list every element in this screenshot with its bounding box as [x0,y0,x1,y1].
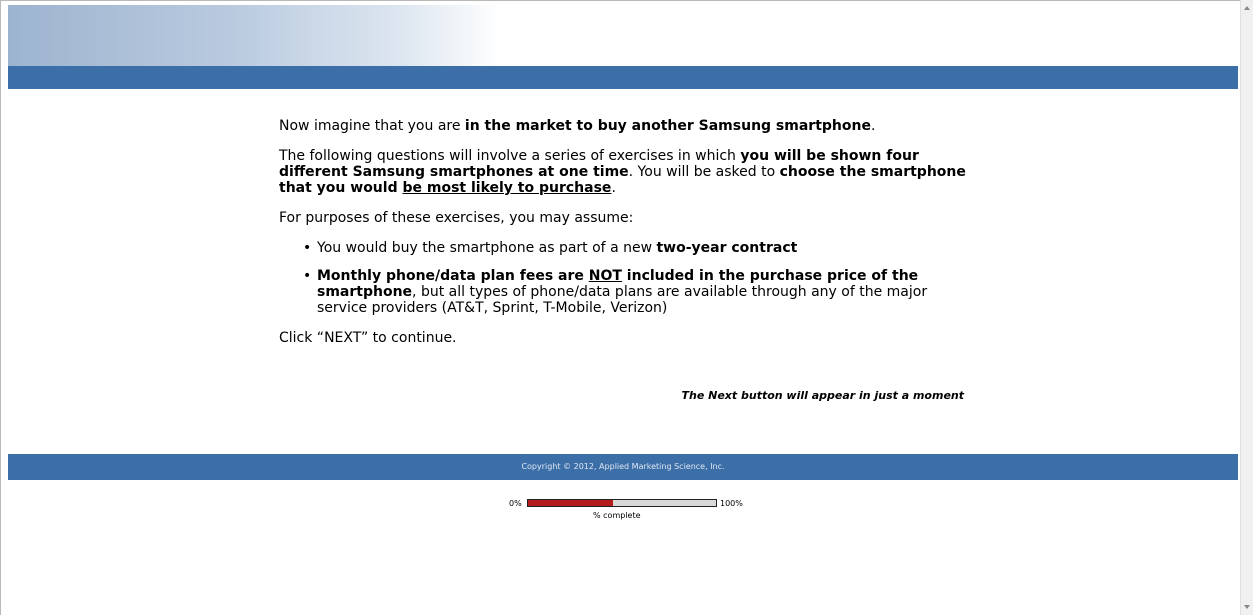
intro-paragraph-2: The following questions will involve a s… [279,148,979,196]
intro-text: . [611,180,616,196]
survey-intro-text: Now imagine that you are in the market t… [279,118,979,360]
survey-header-bar [8,66,1238,89]
progress-bar-fill [528,500,613,506]
intro-text: . You will be asked to [628,164,780,180]
assumption-text: You would buy the smartphone as part of … [317,240,657,256]
assumption-item: Monthly phone/data plan fees are NOT inc… [303,268,979,316]
assumption-emphasis: Monthly phone/data plan fees are [317,268,589,284]
footer-copyright-bar: Copyright © 2012, Applied Marketing Scie… [8,454,1238,480]
scroll-down-arrow-icon[interactable] [1244,605,1250,609]
vertical-scrollbar[interactable] [1240,0,1253,615]
assumption-emphasis: two-year contract [656,240,798,256]
next-button-notice: The Next button will appear in just a mo… [681,389,964,402]
progress-bar-track [527,499,717,507]
progress-caption: % complete [593,511,641,520]
scroll-up-arrow-icon[interactable] [1244,6,1250,10]
intro-text: The following questions will involve a s… [279,148,741,164]
progress-indicator: 0% 100% % complete [490,497,770,523]
assumption-item: You would buy the smartphone as part of … [303,240,979,256]
intro-emphasis: in the market to buy another Samsung sma… [464,118,871,134]
intro-text: . [870,118,876,134]
intro-paragraph-3: For purposes of these exercises, you may… [279,210,634,226]
intro-text: Now imagine that you are [279,118,465,134]
copyright-text: Copyright © 2012, Applied Marketing Scie… [521,462,725,471]
progress-end-label: 100% [720,499,743,508]
intro-paragraph-4: Click “NEXT” to continue. [279,330,457,346]
assumption-list: You would buy the smartphone as part of … [279,240,979,316]
progress-start-label: 0% [509,499,522,508]
intro-paragraph-1: Now imagine that you are in the market t… [279,118,979,134]
intro-underlined-emphasis: be most likely to purchase [402,180,612,196]
survey-header-banner [8,5,1238,66]
assumption-underlined-emphasis: NOT [588,268,622,284]
